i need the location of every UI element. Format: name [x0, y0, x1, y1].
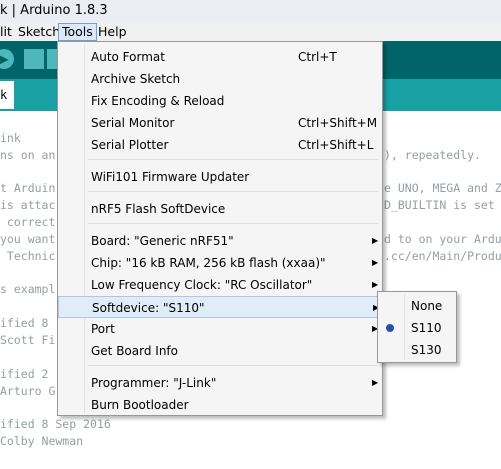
- code-line: Colby Newman: [0, 434, 84, 448]
- title-bar: k | Arduino 1.8.3: [0, 0, 501, 23]
- tools-menu: Auto Format Ctrl+T Archive Sketch Fix En…: [57, 41, 383, 416]
- option-label: None: [411, 299, 443, 313]
- code-line: ns on an: [0, 148, 56, 162]
- softdevice-option-s110[interactable]: S110: [378, 317, 456, 339]
- code-line: ified 8 Sep 2016: [0, 417, 111, 431]
- code-line: you want: [0, 232, 56, 246]
- menu-item-label: Port: [91, 322, 115, 336]
- menu-item-label: Auto Format: [91, 50, 165, 64]
- code-line-tail: .cc/en/Main/Produc: [384, 249, 501, 263]
- menu-item-label: Archive Sketch: [91, 72, 181, 86]
- menu-item-board[interactable]: Board: "Generic nRF51" ▶: [58, 230, 382, 252]
- code-line-tail: ), repeatedly.: [384, 148, 481, 162]
- menu-item-nrf5-flash[interactable]: nRF5 Flash SoftDevice: [58, 198, 382, 220]
- menu-item-serial-plotter[interactable]: Serial Plotter Ctrl+Shift+L: [58, 134, 382, 156]
- menu-item-label: Programmer: "J-Link": [91, 376, 217, 390]
- menu-item-label: Chip: "16 kB RAM, 256 kB flash (xxaa)": [91, 256, 326, 270]
- menu-edit[interactable]: lit: [0, 22, 12, 41]
- menu-item-port[interactable]: Port ▶: [58, 318, 382, 340]
- menu-item-label: Serial Monitor: [91, 116, 175, 130]
- menu-item-label: Serial Plotter: [91, 138, 169, 152]
- menu-item-chip[interactable]: Chip: "16 kB RAM, 256 kB flash (xxaa)" ▶: [58, 252, 382, 274]
- radio-selected-icon: [386, 324, 394, 332]
- menu-item-label: Softdevice: "S110": [92, 301, 205, 315]
- option-label: S130: [411, 343, 442, 357]
- softdevice-submenu: None S110 S130: [377, 291, 457, 363]
- menu-item-low-frequency-clock[interactable]: Low Frequency Clock: "RC Oscillator" ▶: [58, 274, 382, 296]
- menu-item-wifi101-updater[interactable]: WiFi101 Firmware Updater: [58, 166, 382, 188]
- menu-item-label: Burn Bootloader: [91, 398, 189, 412]
- new-sketch-icon[interactable]: [24, 49, 44, 69]
- upload-icon[interactable]: ▶: [0, 49, 14, 69]
- softdevice-option-s130[interactable]: S130: [378, 339, 456, 361]
- menu-bar: lit Sketch Tools Help: [0, 22, 501, 41]
- menu-separator: [88, 365, 378, 366]
- menu-item-auto-format[interactable]: Auto Format Ctrl+T: [58, 46, 382, 68]
- menu-item-shortcut: Ctrl+Shift+M: [298, 116, 378, 130]
- code-line: Scott Fi: [0, 333, 56, 347]
- menu-item-get-board-info[interactable]: Get Board Info: [58, 340, 382, 362]
- menu-item-archive-sketch[interactable]: Archive Sketch: [58, 68, 382, 90]
- code-line-tail: e UNO, MEGA and ZE: [384, 181, 501, 195]
- code-line: t Arduin: [0, 181, 56, 195]
- menu-item-programmer[interactable]: Programmer: "J-Link" ▶: [58, 372, 382, 394]
- menu-item-burn-bootloader[interactable]: Burn Bootloader: [58, 394, 382, 416]
- sketch-tab-label: k: [0, 88, 8, 102]
- option-label: S110: [411, 321, 442, 335]
- code-line-tail: d to on your Ardui: [384, 232, 501, 246]
- menu-item-label: Low Frequency Clock: "RC Oscillator": [91, 278, 313, 292]
- menu-sketch[interactable]: Sketch: [18, 22, 60, 41]
- menu-separator: [88, 159, 378, 160]
- submenu-arrow-icon: ▶: [372, 258, 379, 267]
- menu-item-shortcut: Ctrl+T: [298, 50, 337, 64]
- code-line: Technic: [0, 249, 56, 263]
- code-line: correct: [0, 215, 56, 229]
- menu-separator: [88, 191, 378, 192]
- window-title: k | Arduino 1.8.3: [0, 3, 108, 18]
- menu-item-label: WiFi101 Firmware Updater: [91, 170, 250, 184]
- menu-tools[interactable]: Tools: [58, 23, 97, 41]
- code-line: ink: [0, 131, 21, 145]
- menu-item-fix-encoding[interactable]: Fix Encoding & Reload: [58, 90, 382, 112]
- menu-item-label: Fix Encoding & Reload: [91, 94, 225, 108]
- code-line: s exampl: [0, 282, 56, 296]
- menu-item-softdevice[interactable]: Softdevice: "S110" ▶: [58, 296, 382, 318]
- code-line-tail: D_BUILTIN is set t: [384, 198, 501, 212]
- menu-item-label: nRF5 Flash SoftDevice: [91, 202, 226, 216]
- menu-item-label: Get Board Info: [91, 344, 178, 358]
- submenu-arrow-icon: ▶: [372, 236, 379, 245]
- menu-item-serial-monitor[interactable]: Serial Monitor Ctrl+Shift+M: [58, 112, 382, 134]
- softdevice-option-none[interactable]: None: [378, 295, 456, 317]
- menu-item-shortcut: Ctrl+Shift+L: [298, 138, 374, 152]
- menu-help[interactable]: Help: [98, 22, 127, 41]
- code-line: is attac: [0, 198, 56, 212]
- sketch-tab[interactable]: k: [0, 81, 14, 109]
- code-line: ified 2: [0, 367, 49, 381]
- code-line: Arturo G: [0, 384, 56, 398]
- menu-separator: [88, 223, 378, 224]
- submenu-arrow-icon: ▶: [372, 378, 379, 387]
- code-line: ified 8: [0, 316, 49, 330]
- menu-item-label: Board: "Generic nRF51": [91, 234, 234, 248]
